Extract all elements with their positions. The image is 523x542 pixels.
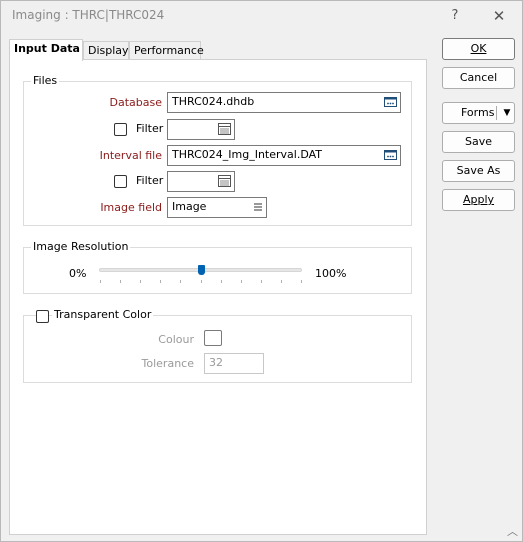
browse-icon[interactable] — [384, 96, 397, 108]
slider-tick — [220, 280, 222, 283]
image-field-label: Image field — [100, 201, 162, 214]
close-button[interactable]: ✕ — [489, 6, 509, 26]
resolution-slider-thumb[interactable] — [197, 265, 205, 275]
filter1-input[interactable] — [167, 119, 235, 140]
database-label: Database — [109, 96, 163, 109]
chevron-down-icon[interactable]: ▼ — [500, 103, 514, 123]
title-bar: Imaging : THRC|THRC024 ? ✕ — [1, 1, 522, 31]
slider-tick — [100, 280, 101, 283]
tab-display[interactable]: Display — [83, 41, 129, 60]
ok-button-label: OK — [470, 42, 487, 55]
filter2-label: Filter — [136, 174, 164, 187]
ok-button[interactable]: OK — [442, 38, 515, 60]
tab-performance[interactable]: Performance — [129, 41, 204, 60]
tab-input-data[interactable]: Input Data — [9, 39, 83, 61]
save-as-button[interactable]: Save As — [442, 160, 515, 182]
filter2-input[interactable] — [167, 171, 235, 192]
interval-file-input[interactable]: THRC024_Img_Interval.DAT — [167, 145, 401, 166]
tolerance-label: Tolerance — [141, 357, 194, 370]
save-button[interactable]: Save — [442, 131, 515, 153]
imaging-dialog: Imaging : THRC|THRC024 ? ✕ Input Data Di… — [0, 0, 523, 542]
list-icon[interactable] — [253, 202, 263, 212]
slider-tick — [160, 280, 162, 283]
transparent-color-group: Transparent Color Colour Tolerance 32 — [23, 308, 412, 383]
slider-tick — [260, 280, 262, 283]
slider-tick — [280, 280, 282, 283]
filter-list-icon[interactable] — [218, 175, 231, 187]
image-resolution-label: Image Resolution — [31, 240, 131, 253]
image-field-select[interactable]: Image — [167, 197, 267, 218]
slider-tick — [140, 280, 142, 283]
database-value: THRC024.dhdb — [172, 95, 255, 108]
slider-tick — [301, 280, 302, 283]
filter2-checkbox[interactable] — [114, 175, 127, 188]
save-button-label: Save — [464, 135, 492, 148]
interval-file-value: THRC024_Img_Interval.DAT — [172, 148, 322, 161]
slider-tick — [180, 280, 182, 283]
cancel-button-label: Cancel — [459, 71, 498, 84]
save-as-button-label: Save As — [456, 164, 501, 177]
image-resolution-group: Image Resolution 0% 100% — [23, 240, 412, 294]
transparent-color-checkbox[interactable] — [36, 310, 49, 323]
slider-tick — [200, 280, 202, 283]
forms-button[interactable]: Forms ▼ — [442, 102, 515, 124]
forms-split-separator — [496, 106, 497, 120]
cancel-button[interactable]: Cancel — [442, 67, 515, 89]
input-data-panel: Files Database THRC024.dhdb Filter Inter… — [9, 59, 427, 535]
filter1-checkbox[interactable] — [114, 123, 127, 136]
slider-tick — [240, 280, 242, 283]
filter1-label: Filter — [136, 122, 164, 135]
colour-swatch[interactable] — [204, 330, 222, 346]
files-group-label: Files — [31, 74, 60, 87]
resolution-min-label: 0% — [69, 267, 87, 280]
apply-button-label: Apply — [462, 193, 495, 206]
resolution-max-label: 100% — [315, 267, 347, 280]
database-input[interactable]: THRC024.dhdb — [167, 92, 401, 113]
browse-icon[interactable] — [384, 149, 397, 161]
image-field-value: Image — [172, 200, 207, 213]
slider-tick — [120, 280, 122, 283]
window-title: Imaging : THRC|THRC024 — [12, 8, 165, 22]
chevron-up-icon[interactable]: ︿ — [507, 526, 519, 538]
help-button[interactable]: ? — [445, 6, 465, 26]
colour-label: Colour — [158, 333, 194, 346]
tolerance-value: 32 — [209, 356, 223, 369]
files-group: Files Database THRC024.dhdb Filter Inter… — [23, 74, 412, 226]
apply-button[interactable]: Apply — [442, 189, 515, 211]
transparent-color-label: Transparent Color — [52, 308, 154, 321]
tolerance-input[interactable]: 32 — [204, 353, 264, 374]
filter-list-icon[interactable] — [218, 123, 231, 135]
interval-file-label: Interval file — [99, 149, 162, 162]
forms-button-label: Forms — [461, 106, 495, 119]
